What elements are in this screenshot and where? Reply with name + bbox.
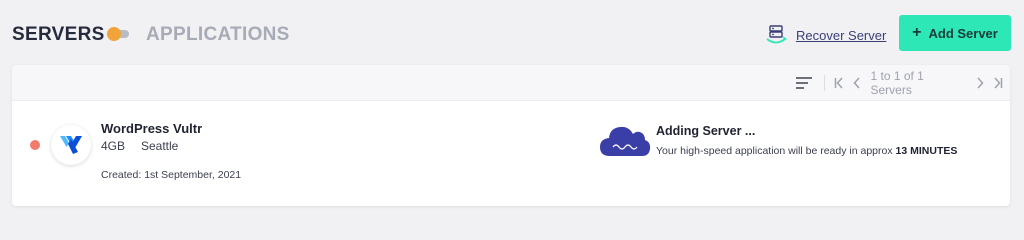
- vultr-logo: [51, 125, 91, 165]
- server-row[interactable]: WordPress Vultr 4GB Seattle Created: 1st…: [12, 101, 1010, 206]
- view-toggle[interactable]: [107, 27, 129, 41]
- status-dot: [30, 140, 40, 150]
- next-page-icon[interactable]: [975, 77, 987, 89]
- sort-lines-icon[interactable]: [796, 76, 812, 90]
- pagination-divider: [824, 75, 825, 91]
- cloud-progress-icon: [600, 126, 651, 156]
- tab-servers[interactable]: SERVERS: [12, 24, 105, 46]
- status-message-text: Your high-speed application will be read…: [656, 145, 896, 157]
- panel-toolbar: 1 to 1 of 1 Servers: [12, 65, 1010, 101]
- server-recover-icon: [766, 25, 787, 44]
- plus-icon: +: [912, 24, 922, 41]
- server-size: 4GB: [101, 139, 126, 153]
- server-location: Seattle: [141, 139, 179, 153]
- last-page-icon[interactable]: [992, 77, 1004, 89]
- recover-server-label: Recover Server: [796, 27, 887, 43]
- status-title: Adding Server ...: [656, 124, 756, 138]
- add-server-button[interactable]: + Add Server: [899, 15, 1011, 51]
- tab-applications[interactable]: APPLICATIONS: [146, 24, 290, 46]
- top-bar: SERVERS APPLICATIONS Recover Server + Ad…: [0, 0, 1024, 66]
- server-created-date: Created: 1st September, 2021: [101, 169, 242, 181]
- recover-server-link[interactable]: Recover Server: [764, 24, 886, 46]
- status-eta: 13 MINUTES: [895, 145, 958, 157]
- servers-panel: 1 to 1 of 1 Servers WordPress Vultr 4GB …: [12, 65, 1010, 206]
- add-server-label: Add Server: [928, 25, 998, 41]
- first-page-icon[interactable]: [833, 77, 845, 89]
- toggle-knob: [107, 27, 121, 41]
- prev-page-icon[interactable]: [851, 77, 863, 89]
- pagination: 1 to 1 of 1 Servers: [824, 69, 1010, 97]
- server-name[interactable]: WordPress Vultr: [101, 121, 202, 136]
- status-message: Your high-speed application will be read…: [656, 145, 957, 157]
- pagination-text: 1 to 1 of 1 Servers: [870, 69, 924, 97]
